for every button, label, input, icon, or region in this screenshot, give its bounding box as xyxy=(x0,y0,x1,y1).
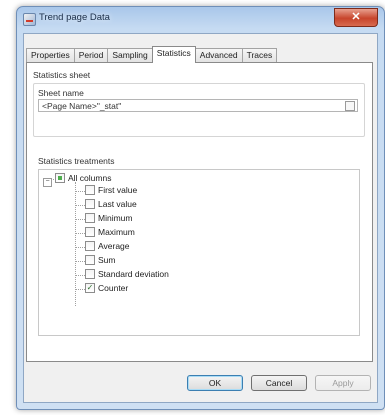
tab-period[interactable]: Period xyxy=(73,48,109,62)
title-bar[interactable]: Trend page Data ✕ xyxy=(17,7,384,31)
close-button[interactable]: ✕ xyxy=(334,8,378,27)
maximum-label: Maximum xyxy=(98,227,135,237)
window-title: Trend page Data xyxy=(39,12,110,23)
first-value-checkbox[interactable] xyxy=(85,184,95,195)
tab-sampling[interactable]: Sampling xyxy=(107,48,153,62)
tab-strip: Properties Period Sampling Statistics Ad… xyxy=(26,46,278,63)
apply-button[interactable]: Apply xyxy=(315,375,371,391)
counter-checkbox[interactable]: ✓ xyxy=(85,282,95,293)
minimum-label: Minimum xyxy=(98,213,133,223)
average-label: Average xyxy=(98,241,130,251)
all-columns-checkbox[interactable] xyxy=(55,172,65,183)
sum-label: Sum xyxy=(98,255,116,265)
all-columns-label: All columns xyxy=(68,173,112,183)
tab-advanced[interactable]: Advanced xyxy=(194,48,243,62)
first-value-label: First value xyxy=(98,185,138,195)
sum-checkbox[interactable] xyxy=(85,254,95,265)
statistics-sheet-group-label: Statistics sheet xyxy=(33,70,91,80)
tree-item-average[interactable]: Average xyxy=(85,240,130,252)
sheet-name-label: Sheet name xyxy=(38,88,84,98)
standard-deviation-label: Standard deviation xyxy=(98,269,169,279)
collapse-icon[interactable]: − xyxy=(43,178,52,187)
tab-properties[interactable]: Properties xyxy=(26,48,75,62)
app-icon xyxy=(23,13,36,26)
ok-button[interactable]: OK xyxy=(187,375,243,391)
tree-item-maximum[interactable]: Maximum xyxy=(85,226,135,238)
average-checkbox[interactable] xyxy=(85,240,95,251)
last-value-checkbox[interactable] xyxy=(85,198,95,209)
cancel-button[interactable]: Cancel xyxy=(251,375,307,391)
tree-item-last-value[interactable]: Last value xyxy=(85,198,137,210)
dialog-client-area: Properties Period Sampling Statistics Ad… xyxy=(23,33,378,403)
sheet-name-value: <Page Name>"_stat" xyxy=(42,101,122,111)
field-browse-icon[interactable] xyxy=(345,101,355,111)
counter-label: Counter xyxy=(98,283,129,293)
tab-traces[interactable]: Traces xyxy=(241,48,278,62)
minimum-checkbox[interactable] xyxy=(85,212,95,223)
statistics-treatments-tree: − All columns First value Last value Min… xyxy=(38,169,360,336)
dialog-window: Trend page Data ✕ Properties Period Samp… xyxy=(16,6,385,410)
tree-item-standard-deviation[interactable]: Standard deviation xyxy=(85,268,169,280)
tree-item-first-value[interactable]: First value xyxy=(85,184,138,196)
maximum-checkbox[interactable] xyxy=(85,226,95,237)
close-icon: ✕ xyxy=(351,11,361,23)
tree-item-sum[interactable]: Sum xyxy=(85,254,116,266)
tab-statistics[interactable]: Statistics xyxy=(151,46,196,63)
sheet-name-input[interactable]: <Page Name>"_stat" xyxy=(38,99,358,112)
last-value-label: Last value xyxy=(98,199,137,209)
tree-item-minimum[interactable]: Minimum xyxy=(85,212,133,224)
standard-deviation-checkbox[interactable] xyxy=(85,268,95,279)
tree-item-counter[interactable]: ✓ Counter xyxy=(85,282,129,294)
statistics-tab-panel: Statistics sheet Sheet name <Page Name>"… xyxy=(26,62,373,362)
statistics-treatments-label: Statistics treatments xyxy=(38,156,115,166)
